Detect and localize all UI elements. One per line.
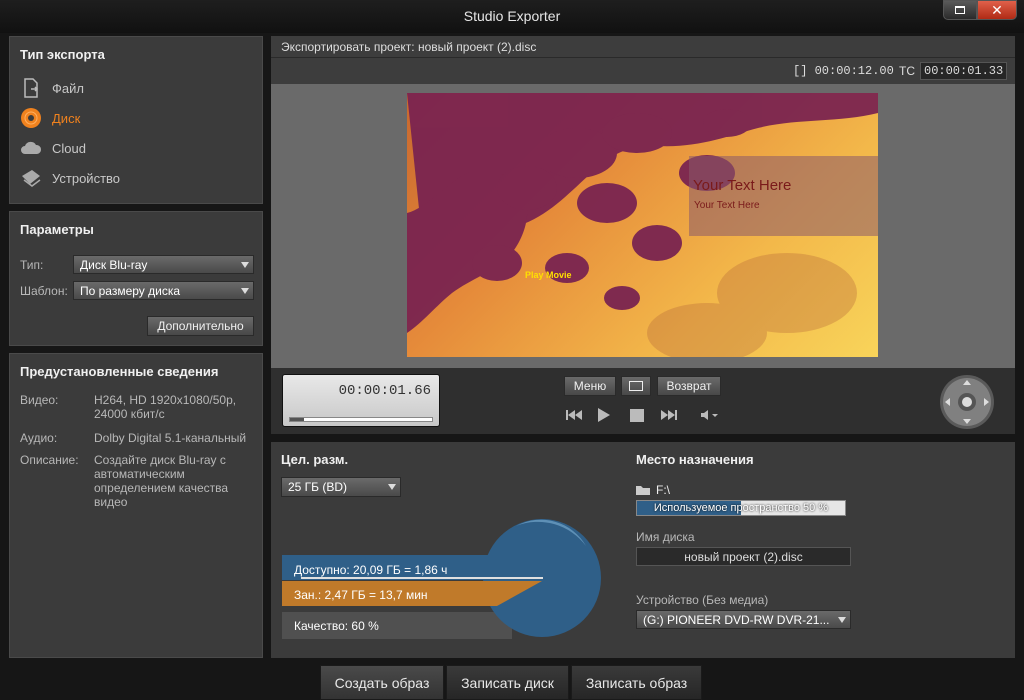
title-bar: Studio Exporter ✕ bbox=[0, 0, 1024, 33]
play-movie-button[interactable]: Play Movie bbox=[525, 270, 572, 280]
fullscreen-button[interactable] bbox=[621, 376, 651, 396]
scrub-bar[interactable] bbox=[289, 417, 433, 422]
burn-image-button[interactable]: Записать образ bbox=[571, 665, 702, 700]
disc-name-label: Имя диска bbox=[636, 530, 695, 544]
used-space: Зан.: 2,47 ГБ = 13,7 мин bbox=[294, 588, 428, 602]
advanced-button[interactable]: Дополнительно bbox=[147, 316, 254, 336]
space-usage-text: Используемое пространство 50 % bbox=[653, 502, 829, 514]
playback-controls bbox=[566, 408, 718, 422]
current-timecode: 00:00:01.66 bbox=[338, 383, 431, 399]
video-value: H264, HD 1920x1080/50p, 24000 кбит/с bbox=[94, 393, 237, 421]
close-icon: ✕ bbox=[991, 1, 1003, 18]
type-label: Тип: bbox=[20, 258, 44, 272]
burn-disc-button[interactable]: Записать диск bbox=[446, 665, 569, 700]
menu-title-text: Your Text Here bbox=[693, 177, 792, 194]
nav-item-label: Диск bbox=[52, 110, 81, 126]
template-label: Шаблон: bbox=[20, 284, 68, 298]
export-type-panel: Тип экспорта Файл Диск Cloud Устройство bbox=[9, 36, 263, 204]
play-icon[interactable] bbox=[598, 408, 610, 422]
preview-title: Экспортировать проект: новый проект (2).… bbox=[281, 40, 537, 54]
parameters-title: Параметры bbox=[20, 222, 94, 237]
volume-icon[interactable] bbox=[701, 410, 718, 420]
disc-name-input[interactable]: новый проект (2).disc bbox=[636, 547, 851, 566]
dvd-navigation-pad[interactable] bbox=[939, 374, 995, 430]
export-type-title: Тип экспорта bbox=[20, 47, 105, 62]
back-button[interactable]: Возврат bbox=[657, 376, 721, 396]
folder-icon[interactable] bbox=[636, 484, 650, 495]
description-value: Создайте диск Blu-ray с автоматическим о… bbox=[94, 453, 229, 509]
tree-silhouette bbox=[407, 93, 878, 357]
maximize-button[interactable] bbox=[943, 0, 977, 20]
type-value: Диск Blu-ray bbox=[80, 258, 148, 272]
template-select[interactable]: По размеру диска bbox=[73, 281, 254, 300]
chevron-down-icon bbox=[241, 288, 249, 294]
parameters-panel: Параметры Тип: Диск Blu-ray Шаблон: По р… bbox=[9, 211, 263, 346]
chevron-down-icon bbox=[241, 262, 249, 268]
device-value: (G:) PIONEER DVD-RW DVR-21... bbox=[643, 613, 830, 627]
destination-title: Место назначения bbox=[636, 452, 754, 467]
space-usage-bar: Используемое пространство 50 % bbox=[636, 500, 846, 516]
nav-item-disc[interactable]: Диск bbox=[20, 107, 80, 129]
template-value: По размеру диска bbox=[80, 284, 181, 298]
stop-icon[interactable] bbox=[630, 409, 644, 422]
device-select[interactable]: (G:) PIONEER DVD-RW DVR-21... bbox=[636, 610, 851, 629]
target-panel: Цел. разм. 25 ГБ (BD) Доступно: 20,09 ГБ… bbox=[271, 442, 1015, 658]
chevron-down-icon bbox=[838, 617, 846, 623]
tc-label: TC bbox=[899, 64, 915, 78]
preset-title: Предустановленные сведения bbox=[20, 364, 219, 379]
menu-subtitle-text: Your Text Here bbox=[694, 200, 760, 211]
chevron-down-icon bbox=[388, 484, 396, 490]
target-size-value: 25 ГБ (BD) bbox=[288, 480, 348, 494]
nav-item-label: Файл bbox=[52, 80, 84, 96]
target-size-select[interactable]: 25 ГБ (BD) bbox=[281, 477, 401, 497]
video-label: Видео: bbox=[20, 393, 59, 407]
file-export-icon bbox=[20, 77, 42, 99]
tc-value[interactable]: 00:00:01.33 bbox=[920, 62, 1008, 80]
cloud-icon bbox=[20, 137, 42, 159]
create-image-button[interactable]: Создать образ bbox=[320, 665, 444, 700]
description-label: Описание: bbox=[20, 453, 79, 467]
scrub-progress bbox=[290, 418, 305, 421]
quality-value: Качество: 60 % bbox=[294, 619, 379, 633]
nav-item-device[interactable]: Устройство bbox=[20, 167, 120, 189]
skip-back-icon[interactable] bbox=[566, 410, 582, 420]
available-space: Доступно: 20,09 ГБ = 1,86 ч bbox=[294, 563, 448, 577]
video-preview[interactable]: Your Text Here Your Text Here Play Movie bbox=[407, 93, 878, 357]
target-size-title: Цел. разм. bbox=[281, 452, 349, 467]
nav-item-label: Устройство bbox=[52, 170, 121, 186]
timecode-bar: [] 00:00:12.00 TC 00:00:01.33 bbox=[271, 58, 1015, 84]
audio-value: Dolby Digital 5.1-канальный bbox=[94, 431, 247, 445]
device-icon bbox=[20, 167, 42, 189]
menu-button[interactable]: Меню bbox=[564, 376, 616, 396]
nav-item-cloud[interactable]: Cloud bbox=[20, 137, 86, 159]
fullscreen-icon bbox=[629, 381, 643, 391]
nav-item-label: Cloud bbox=[52, 140, 86, 156]
type-select[interactable]: Диск Blu-ray bbox=[73, 255, 254, 274]
disc-icon bbox=[20, 107, 42, 129]
destination-path[interactable]: F:\ bbox=[656, 483, 670, 497]
audio-label: Аудио: bbox=[20, 431, 58, 445]
preset-info-panel: Предустановленные сведения Видео: H264, … bbox=[9, 353, 263, 658]
preview-header: Экспортировать проект: новый проект (2).… bbox=[271, 36, 1015, 58]
window-title: Studio Exporter bbox=[463, 8, 561, 24]
close-button[interactable]: ✕ bbox=[977, 0, 1017, 20]
device-label: Устройство (Без медиа) bbox=[636, 593, 769, 607]
skip-forward-icon[interactable] bbox=[661, 410, 677, 420]
nav-item-file[interactable]: Файл bbox=[20, 77, 84, 99]
maximize-icon bbox=[955, 6, 965, 14]
duration-readout: [] 00:00:12.00 bbox=[793, 64, 894, 78]
transport-bar: 00:00:01.66 Меню Возврат bbox=[271, 368, 1015, 434]
timecode-display: 00:00:01.66 bbox=[282, 374, 440, 427]
